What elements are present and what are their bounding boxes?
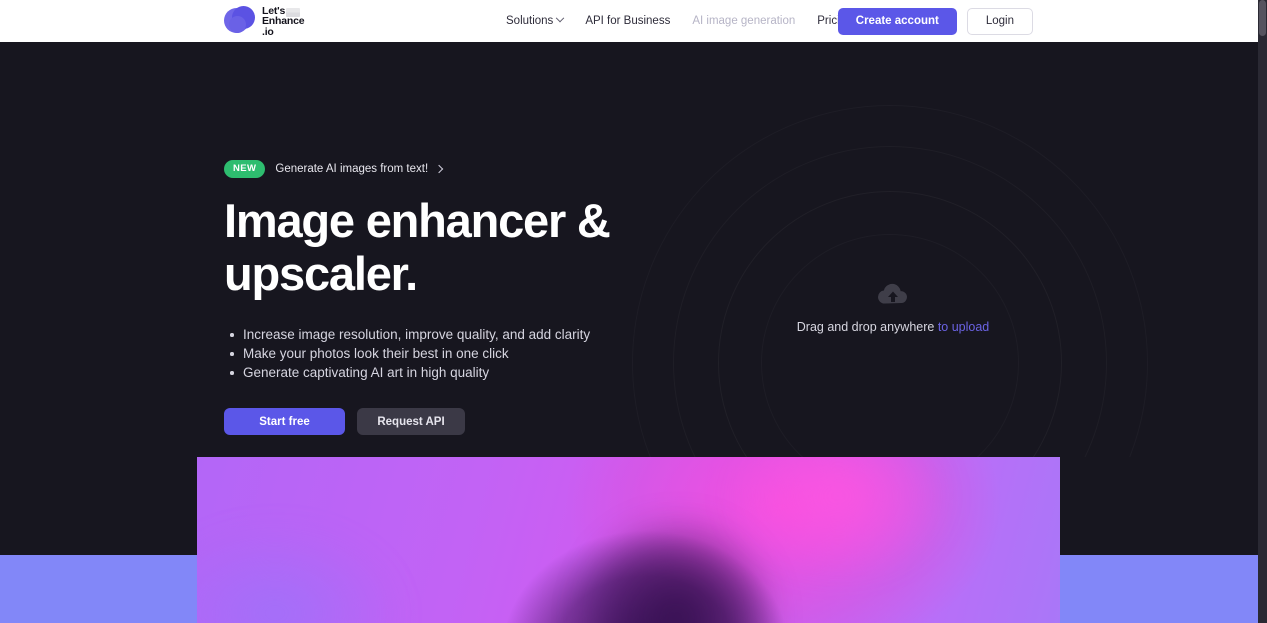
dropzone-label: Drag and drop anywhere [796, 320, 938, 334]
list-item: Generate captivating AI art in high qual… [224, 363, 784, 382]
dropzone-upload-link[interactable]: to upload [938, 320, 989, 334]
new-banner-text: Generate AI images from text! [275, 163, 444, 175]
vertical-scrollbar[interactable] [1258, 0, 1267, 623]
upload-dropzone[interactable]: Drag and drop anywhere to upload [760, 282, 1026, 334]
site-header: Let's Enhance .io Solutions API for Busi… [0, 0, 1258, 42]
chevron-right-icon [434, 164, 444, 174]
start-free-button[interactable]: Start free [224, 408, 345, 435]
logo-line-3: .io [262, 25, 274, 38]
new-feature-banner[interactable]: NEW Generate AI images from text! [224, 160, 444, 178]
cta-row: Start free Request API [224, 408, 784, 435]
hero-content: NEW Generate AI images from text! Image … [224, 160, 784, 435]
showcase-glow-violet [197, 523, 406, 623]
showcase-glow-pink [723, 457, 954, 581]
header-actions: Create account Login [837, 0, 1033, 42]
chevron-down-icon [556, 13, 565, 23]
scrollbar-thumb[interactable] [1259, 0, 1266, 36]
nav-item-label: API for Business [585, 15, 671, 27]
nav-item-label: AI image generation [692, 15, 796, 27]
cloud-upload-icon [876, 282, 910, 306]
hero-section: Drag and drop anywhere to upload NEW Gen… [0, 42, 1258, 457]
list-item: Increase image resolution, improve quali… [224, 325, 784, 344]
new-badge: NEW [224, 160, 266, 178]
logo[interactable]: Let's Enhance .io [224, 3, 305, 39]
list-item: Make your photos look their best in one … [224, 344, 784, 363]
flag-icon [286, 8, 300, 17]
new-banner-label: Generate AI images from text! [275, 163, 429, 175]
nav-item-ai-image-generation[interactable]: AI image generation [692, 15, 795, 27]
nav-item-label: Solutions [506, 15, 554, 27]
create-account-button[interactable]: Create account [837, 7, 957, 35]
lets-enhance-blob-logo [224, 5, 255, 37]
dropzone-text: Drag and drop anywhere to upload [760, 320, 1026, 334]
page-root: Let's Enhance .io Solutions API for Busi… [0, 0, 1267, 623]
login-button[interactable]: Login [966, 7, 1033, 35]
nav-item-api-for-business[interactable]: API for Business [585, 15, 670, 27]
feature-list: Increase image resolution, improve quali… [224, 325, 784, 382]
request-api-button[interactable]: Request API [357, 408, 465, 435]
page-title: Image enhancer & upscaler. [224, 194, 611, 300]
showcase-gradient-image [197, 457, 1060, 623]
nav-item-solutions[interactable]: Solutions [506, 13, 565, 27]
